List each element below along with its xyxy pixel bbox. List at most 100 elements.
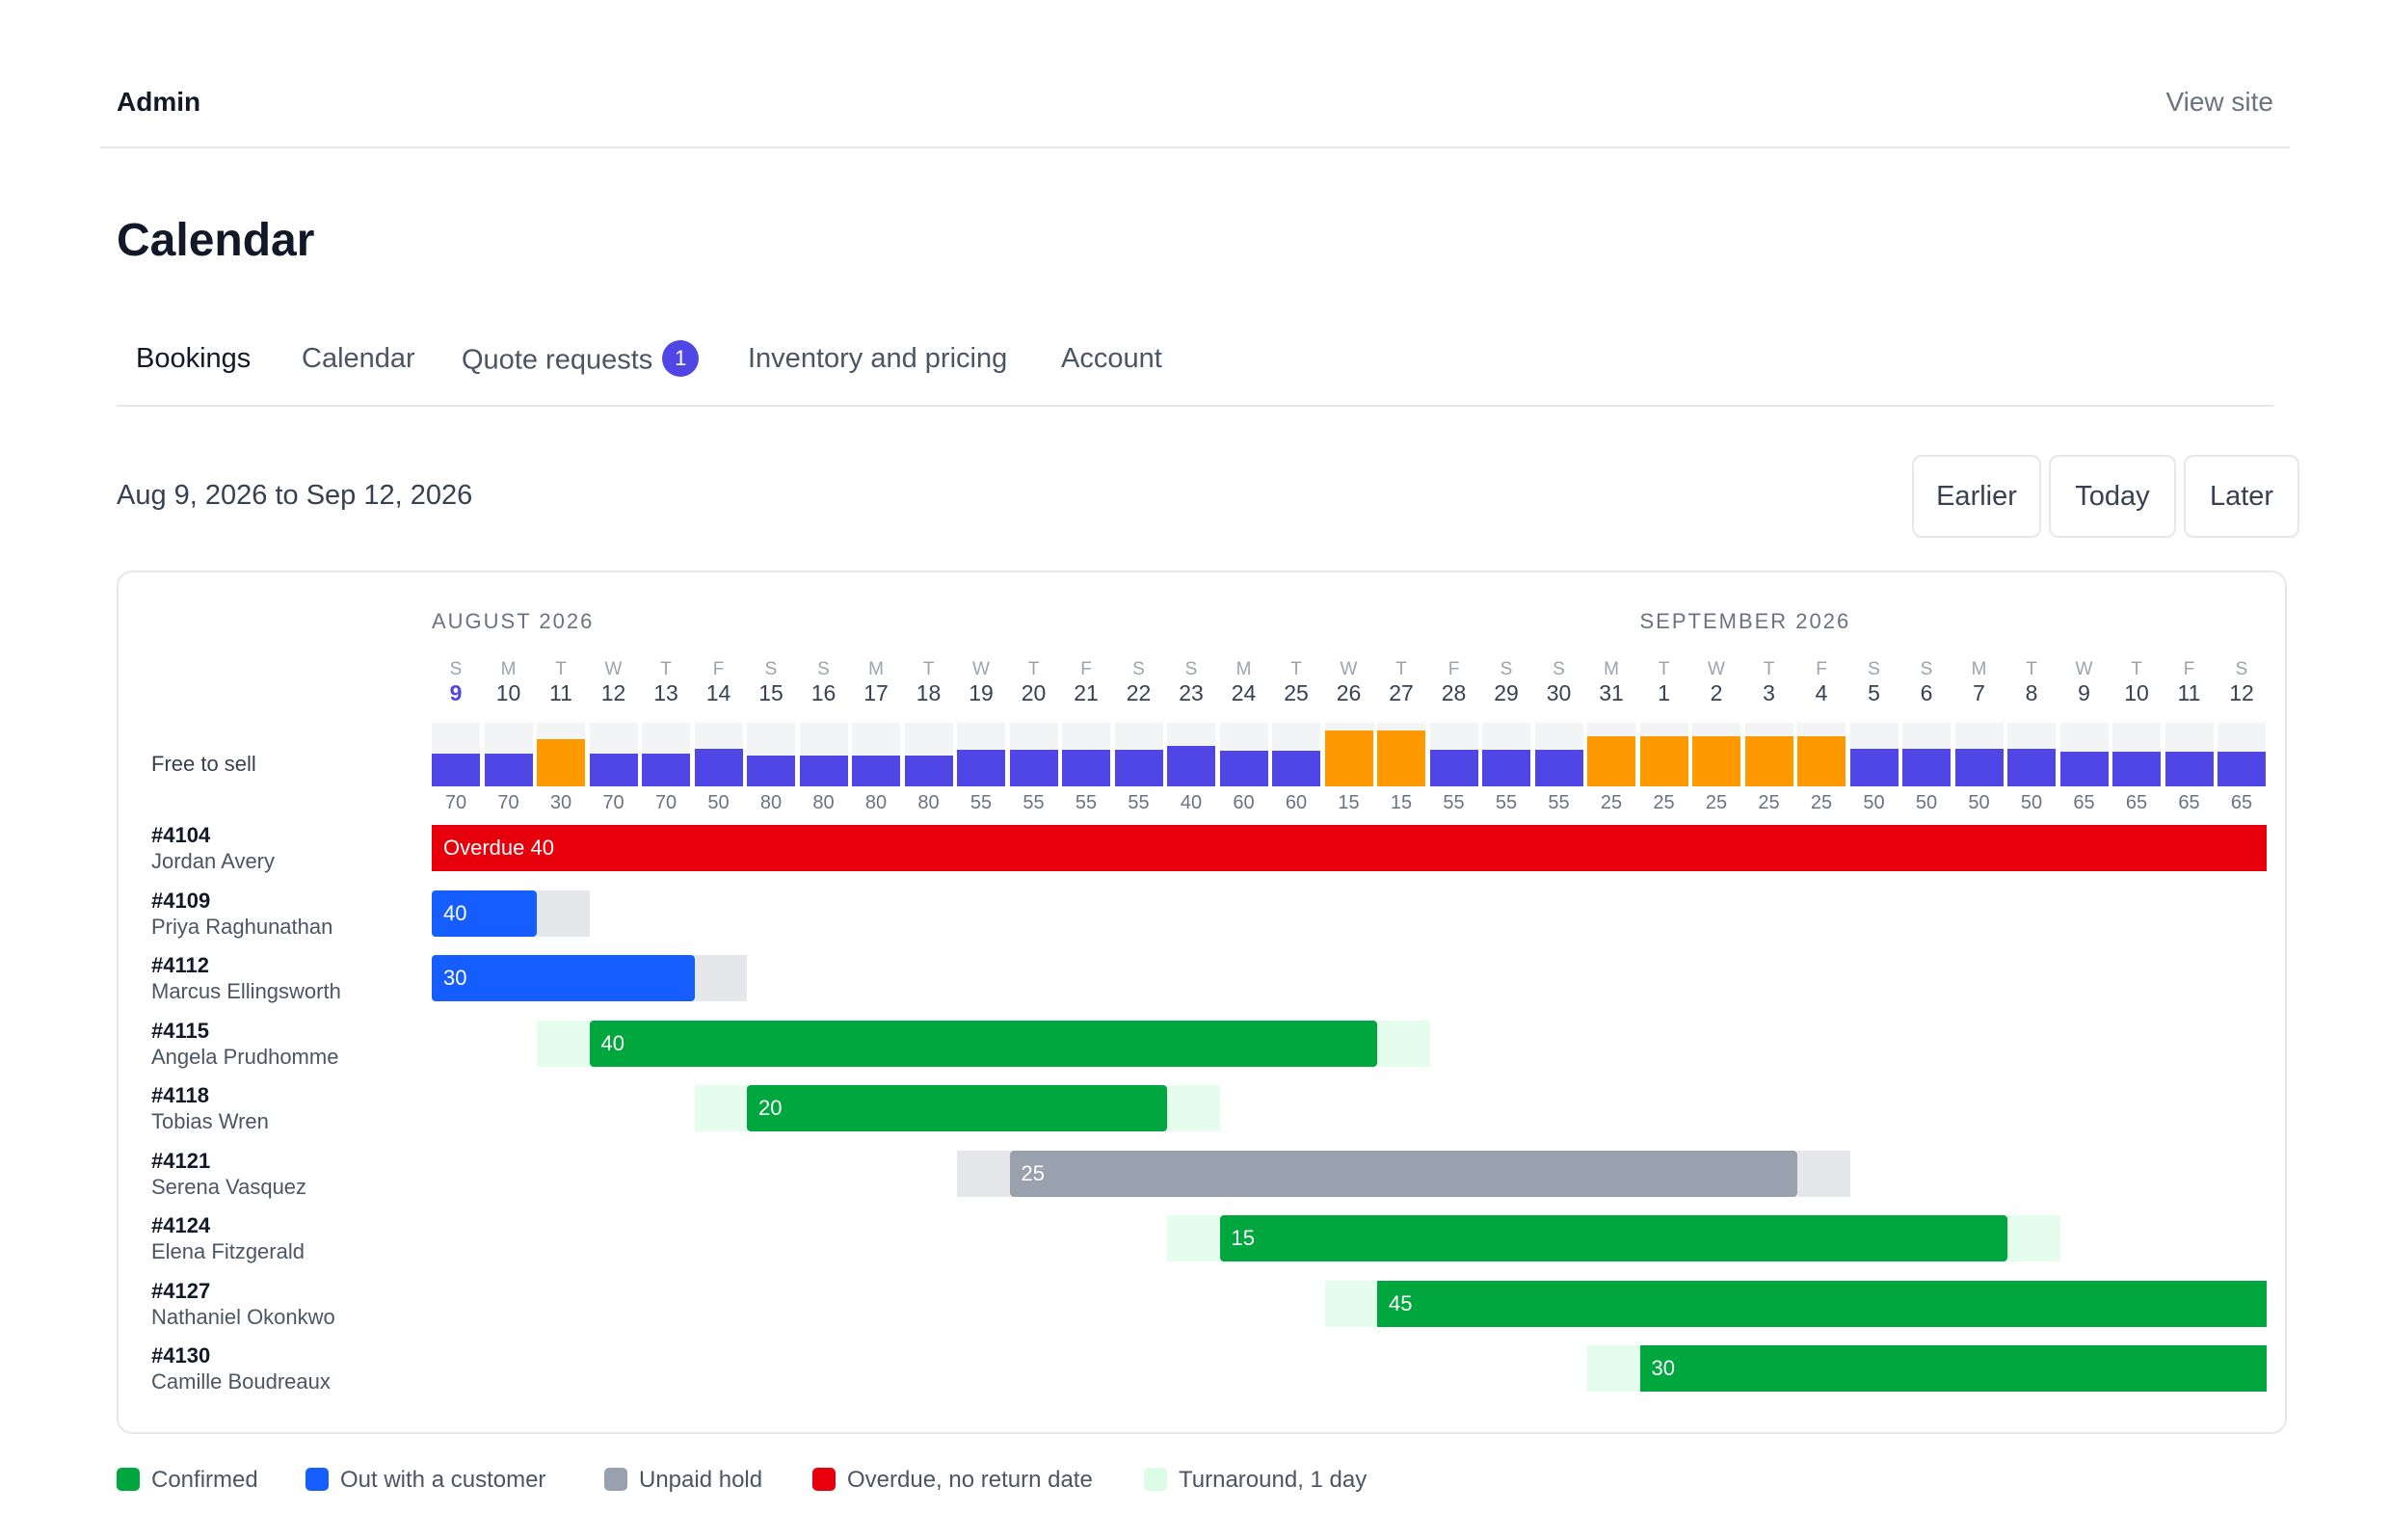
tab-account[interactable]: Account [1061,343,1162,375]
inventory-cell[interactable] [1324,723,1373,786]
later-button[interactable]: Later [2184,455,2299,538]
inventory-cell[interactable] [1954,723,2004,786]
booking-bar-confirmed[interactable]: 30 [1639,1345,2267,1392]
booking-id[interactable]: #4112 [151,953,341,978]
turnaround-block [1797,1150,1850,1197]
turnaround-block [1324,1280,1377,1327]
inventory-cell[interactable] [852,723,900,786]
inventory-bar [1167,746,1215,786]
inventory-cell[interactable] [2112,723,2161,786]
booking-row-label[interactable]: #4115 Angela Prudhomme [151,1019,338,1071]
day-of-week: S [1553,659,1565,679]
inventory-cell[interactable] [1849,723,1899,786]
inventory-cell[interactable] [1377,723,1425,786]
inventory-value: 55 [969,792,993,813]
booking-row-label[interactable]: #4118 Tobias Wren [151,1083,269,1135]
day-of-week: F [1816,659,1827,679]
booking-bar-out[interactable]: 40 [432,889,537,937]
inventory-cell[interactable] [1167,723,1215,786]
inventory-cell[interactable] [589,723,638,786]
inventory-value: 80 [917,792,940,813]
booking-bar-confirmed[interactable]: 15 [1219,1215,2007,1261]
booking-id[interactable]: #4109 [151,889,332,914]
inventory-bar [2007,748,2056,786]
inventory-cell[interactable] [1272,723,1320,786]
booking-bar-out[interactable]: 30 [432,955,695,1001]
booking-row-label[interactable]: #4112 Marcus Ellingsworth [151,953,341,1005]
inventory-bar [799,756,848,786]
inventory-cell[interactable] [957,723,1005,786]
today-button[interactable]: Today [2049,455,2176,538]
inventory-cell[interactable] [642,723,690,786]
inventory-cell[interactable] [694,723,743,786]
inventory-value: 80 [864,792,888,813]
inventory-cell[interactable] [484,723,533,786]
day-of-week: W [604,659,623,679]
turnaround-block [1587,1345,1640,1392]
inventory-bar [2164,752,2214,786]
booking-row-label[interactable]: #4130 Camille Boudreaux [151,1343,331,1395]
booking-bar-confirmed[interactable]: 20 [747,1085,1167,1131]
inventory-value: 80 [759,792,783,813]
booking-bar-confirmed[interactable]: 40 [589,1020,1377,1067]
booking-id[interactable]: #4104 [151,823,275,848]
inventory-bar [2112,752,2161,786]
inventory-bar [1219,751,1268,786]
inventory-value: 70 [497,792,519,813]
inventory-cell[interactable] [1062,723,1110,786]
inventory-cell[interactable] [1114,723,1163,786]
booking-row-label[interactable]: #4124 Elena Fitzgerald [151,1213,305,1265]
inventory-cell[interactable] [1482,723,1530,786]
day-of-week: S [2235,659,2248,679]
day-number: 28 [1441,680,1467,705]
inventory-value: 55 [1548,792,1570,813]
legend-item-confirmed: Confirmed [117,1467,258,1494]
inventory-cell[interactable] [747,723,795,786]
tab-bookings[interactable]: Bookings [136,343,251,375]
inventory-cell[interactable] [2164,723,2214,786]
tab-calendar[interactable]: Calendar [302,343,415,375]
booking-id[interactable]: #4115 [151,1019,338,1044]
inventory-cell[interactable] [1744,723,1793,786]
day-of-week: T [922,659,935,679]
booking-id[interactable]: #4118 [151,1083,269,1108]
tab-quote-requests[interactable]: Quote requests 1 [462,340,700,380]
inventory-cell[interactable] [2007,723,2056,786]
inventory-cell[interactable] [1797,723,1846,786]
booking-row-label[interactable]: #4121 Serena Vasquez [151,1149,306,1201]
booking-bar-confirmed[interactable]: 45 [1377,1280,2267,1327]
earlier-button[interactable]: Earlier [1912,455,2041,538]
inventory-cell[interactable] [1219,723,1268,786]
legend-swatch [604,1467,627,1491]
booking-bar-overdue[interactable]: Overdue 40 [432,825,2267,871]
inventory-cell[interactable] [432,723,480,786]
booking-id[interactable]: #4130 [151,1343,331,1368]
tab-label: Account [1061,343,1162,374]
inventory-cell[interactable] [2059,723,2109,786]
tab-inventory-and-pricing[interactable]: Inventory and pricing [748,343,1007,375]
inventory-value: 25 [1810,792,1833,813]
inventory-cell[interactable] [1902,723,1951,786]
booking-id[interactable]: #4124 [151,1213,305,1238]
booking-row-label[interactable]: #4104 Jordan Avery [151,823,275,875]
booking-id[interactable]: #4121 [151,1149,306,1174]
inventory-cell[interactable] [537,723,585,786]
booking-row-label[interactable]: #4109 Priya Raghunathan [151,889,332,941]
inventory-cell[interactable] [2217,723,2266,786]
inventory-cell[interactable] [1429,723,1478,786]
booking-id[interactable]: #4127 [151,1279,335,1304]
inventory-cell[interactable] [1009,723,1058,786]
inventory-cell[interactable] [1587,723,1635,786]
day-of-week: W [2075,659,2093,679]
inventory-cell[interactable] [1692,723,1740,786]
booking-row-label[interactable]: #4127 Nathaniel Okonkwo [151,1279,335,1331]
day-of-week: W [1340,659,1358,679]
day-of-week: S [764,659,778,679]
booking-bar-hold[interactable]: 25 [1009,1150,1797,1197]
inventory-cell[interactable] [1534,723,1583,786]
tab-label: Bookings [136,343,252,374]
inventory-cell[interactable] [1639,723,1688,786]
inventory-cell[interactable] [904,723,953,786]
inventory-cell[interactable] [799,723,848,786]
view-site-link[interactable]: View site [2165,87,2273,118]
